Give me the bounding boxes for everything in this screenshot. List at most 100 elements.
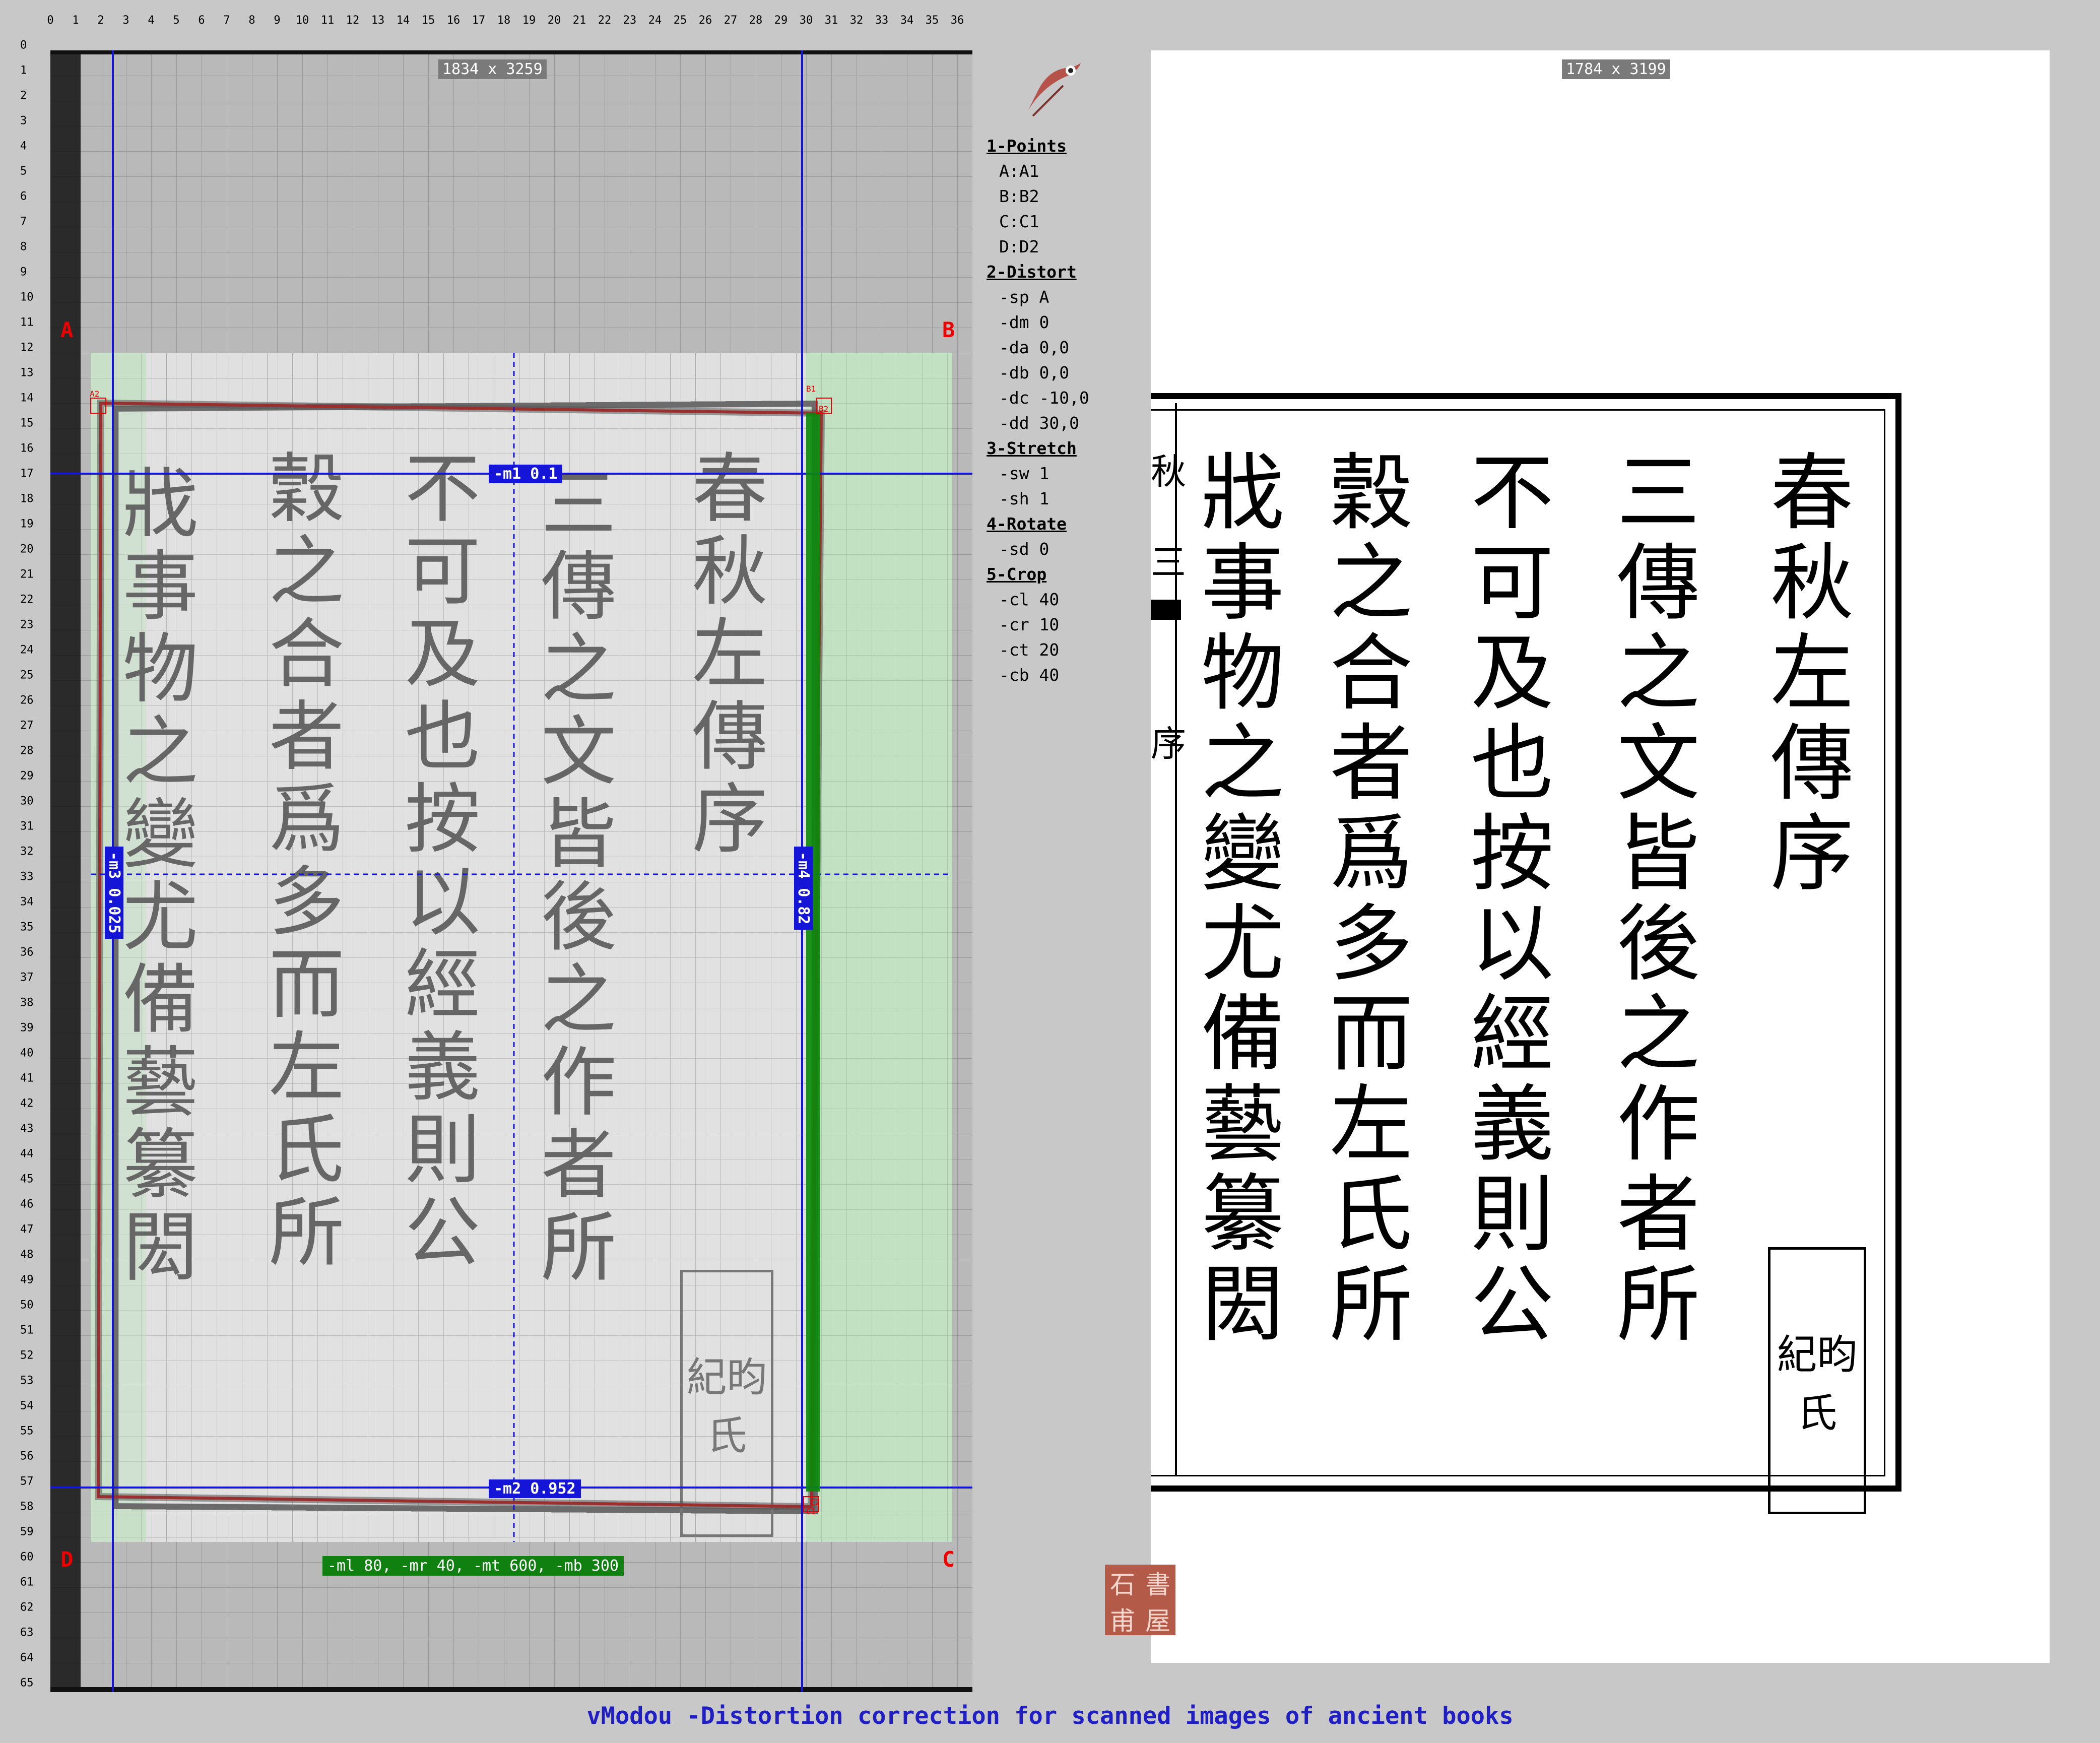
corner-label-b: B <box>942 317 955 342</box>
ruler-top-tick: 28 <box>749 14 763 27</box>
ruler-left-tick: 9 <box>20 266 27 279</box>
ruler-top-tick: 29 <box>774 14 788 27</box>
ruler-left-tick: 1 <box>20 64 27 77</box>
ruler-left-tick: 17 <box>20 467 34 480</box>
ruler-left-tick: 24 <box>20 643 34 657</box>
ruler-left-tick: 60 <box>20 1551 34 1564</box>
ruler-left-tick: 56 <box>20 1450 34 1463</box>
ruler-top-tick: 1 <box>72 14 79 27</box>
bird-logo-icon <box>1028 63 1081 117</box>
ruler-left-tick: 6 <box>20 190 27 203</box>
menu-param-item[interactable]: -da 0,0 <box>987 335 1089 360</box>
ruler-left-tick: 47 <box>20 1223 34 1236</box>
ruler-top-tick: 31 <box>824 14 838 27</box>
menu-param-item[interactable]: C:C1 <box>987 209 1089 234</box>
guide-label-m1[interactable]: -m1 0.1 <box>489 465 563 483</box>
ruler-left-tick: 7 <box>20 215 27 228</box>
menu-param-item[interactable]: D:D2 <box>987 234 1089 260</box>
ruler-left-tick: 27 <box>20 719 34 732</box>
ruler-left-tick: 18 <box>20 492 34 505</box>
ruler-top-tick: 35 <box>925 14 939 27</box>
ruler-left-tick: 53 <box>20 1374 34 1387</box>
ruler-left-tick: 61 <box>20 1576 34 1589</box>
menu-section-title[interactable]: 4-Rotate <box>987 511 1089 537</box>
ruler-left-tick: 54 <box>20 1399 34 1412</box>
ruler-left-tick: 28 <box>20 744 34 757</box>
corrected-image-panel[interactable]: 秋 三 序 春秋左傳序 三傳之文皆後之作者所 不可及也按以經義則公 穀之合者爲多… <box>1151 50 2050 1663</box>
ruler-left-tick: 35 <box>20 921 34 934</box>
ruler-left-tick: 45 <box>20 1173 34 1186</box>
corrected-column-3: 不可及也按以經義則公 <box>1457 448 1553 1350</box>
ruler-top-tick: 13 <box>371 14 385 27</box>
ruler-left-tick: 26 <box>20 694 34 707</box>
edge-char-2: 三 <box>1151 542 1186 583</box>
ruler-left-tick: 29 <box>20 769 34 783</box>
menu-param-item[interactable]: -sw 1 <box>987 461 1089 486</box>
ruler-left-tick: 39 <box>20 1021 34 1035</box>
menu-param-item[interactable]: -ct 20 <box>987 637 1089 663</box>
ruler-left: 0 1 2 3 4 5 6 7 8 9 10 11 12 13 14 15 16 17 18 19 20 21 22 23 24… <box>20 38 50 1701</box>
ruler-left-tick: 63 <box>20 1626 34 1639</box>
menu-section-title[interactable]: 2-Distort <box>987 260 1089 285</box>
menu-param-item[interactable]: -sp A <box>987 285 1089 310</box>
ruler-top-tick: 4 <box>148 14 155 27</box>
ruler-left-tick: 8 <box>20 240 27 253</box>
menu-param-item[interactable]: -cl 40 <box>987 587 1089 612</box>
menu-param-item[interactable]: -cr 10 <box>987 612 1089 637</box>
ruler-top-tick: 12 <box>346 14 360 27</box>
menu-param-item[interactable]: B:B2 <box>987 184 1089 209</box>
ruler-left-tick: 13 <box>20 366 34 379</box>
guide-label-m4[interactable]: -m4 0.82 <box>794 847 813 930</box>
ruler-top-tick: 3 <box>122 14 129 27</box>
menu-param-item[interactable]: -sh 1 <box>987 486 1089 511</box>
menu-section-title[interactable]: 1-Points <box>987 134 1089 159</box>
ruler-top-tick: 0 <box>47 14 54 27</box>
source-dimensions: 1834 x 3259 <box>438 59 547 79</box>
parameter-menu: 1-Points A:A1 B:B2 C:C1 D:D2 2-Distort -sp A -d… <box>987 134 1089 688</box>
menu-param-item[interactable]: A:A1 <box>987 159 1089 184</box>
menu-section-title[interactable]: 3-Stretch <box>987 436 1089 461</box>
ruler-left-tick: 50 <box>20 1299 34 1312</box>
margins-label: -ml 80, -mr 40, -mt 600, -mb 300 <box>322 1556 624 1576</box>
ruler-top: 0 1 2 3 4 5 6 7 8 9 10 11 12 13 14 15 16 17 18 19 20 21 22 23 24… <box>47 14 998 29</box>
point-label-b2: B2 <box>819 404 829 414</box>
guide-label-m2[interactable]: -m2 0.952 <box>489 1479 581 1498</box>
ruler-left-tick: 30 <box>20 795 34 808</box>
ruler-top-tick: 36 <box>950 14 964 27</box>
menu-section-title[interactable]: 5-Crop <box>987 562 1089 587</box>
ruler-left-tick: 62 <box>20 1601 34 1614</box>
ruler-top-tick: 14 <box>396 14 410 27</box>
ruler-top-tick: 22 <box>598 14 612 27</box>
ruler-top-tick: 19 <box>522 14 536 27</box>
ruler-top-tick: 32 <box>849 14 864 27</box>
menu-param-item[interactable]: -dd 30,0 <box>987 411 1089 436</box>
guide-label-m3[interactable]: -m3 0.025 <box>105 847 123 939</box>
ruler-top-tick: 25 <box>673 14 687 27</box>
stamp-char-3: 甫 <box>1110 1606 1135 1636</box>
ruler-left-tick: 37 <box>20 971 34 984</box>
ruler-left-tick: 38 <box>20 996 34 1009</box>
menu-param-item[interactable]: -db 0,0 <box>987 360 1089 385</box>
ruler-top-tick: 17 <box>472 14 486 27</box>
ruler-top-tick: 7 <box>223 14 230 27</box>
point-label-c2: C2 <box>810 1498 820 1507</box>
ruler-top-tick: 24 <box>648 14 662 27</box>
menu-param-item[interactable]: -dm 0 <box>987 310 1089 335</box>
ruler-top-tick: 8 <box>248 14 255 27</box>
distortion-quad <box>96 401 823 1509</box>
ruler-left-tick: 11 <box>20 316 34 329</box>
distortion-overlay <box>50 50 972 1692</box>
ruler-top-tick: 20 <box>547 14 561 27</box>
ruler-left-tick: 44 <box>20 1147 34 1160</box>
ruler-left-tick: 0 <box>20 39 27 52</box>
source-image-panel[interactable]: 春秋左傳序 三傳之文皆後之作者所 不可及也按以經義則公 穀之合者爲多而左氏所 戕… <box>50 50 972 1692</box>
ruler-top-tick: 30 <box>799 14 813 27</box>
menu-param-item[interactable]: -dc -10,0 <box>987 385 1089 411</box>
stamp-char-1: 石 <box>1110 1570 1135 1599</box>
ruler-left-tick: 55 <box>20 1425 34 1438</box>
ruler-left-tick: 32 <box>20 845 34 858</box>
ruler-left-tick: 22 <box>20 593 34 606</box>
corner-label-c: C <box>942 1547 955 1572</box>
menu-param-item[interactable]: -sd 0 <box>987 537 1089 562</box>
menu-param-item[interactable]: -cb 40 <box>987 663 1089 688</box>
